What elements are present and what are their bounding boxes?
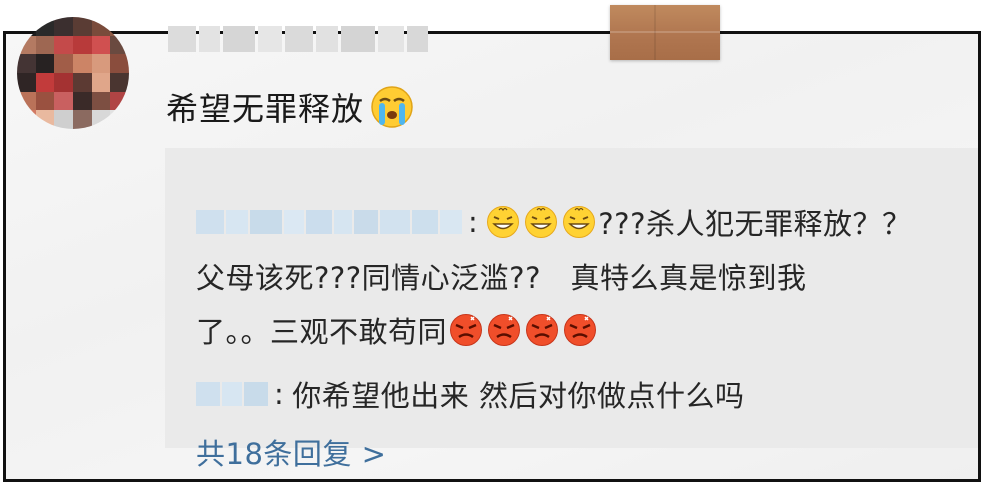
reply-1-continued: 了。。三观不敢苟同 [196,308,599,352]
reply-separator: : [468,205,479,239]
comment-body: 希望无罪释放 [166,82,414,132]
angry-face-icon [450,314,483,346]
reply-2[interactable]: : 你希望他出来 然后对你做点什么吗 [196,372,745,416]
comment-text: 希望无罪释放 [166,90,365,128]
reply-1[interactable]: : ???杀人犯无罪释放？？ [196,200,911,244]
reply-text: 你希望他出来 然后对你做点什么吗 [292,379,745,413]
tape-decoration [610,5,720,60]
reply-username-blurred[interactable] [196,379,268,409]
grinning-sweat-face-icon [563,206,596,238]
grinning-sweat-face-icon [487,206,520,238]
reply-text: ???杀人犯无罪释放？？ [598,207,912,241]
reply-1-continued: 父母该死???同情心泛滥?? 真特么真是惊到我 [196,254,806,298]
reply-text: 父母该死???同情心泛滥?? 真特么真是惊到我 [196,261,807,295]
angry-face-icon [564,314,597,346]
reply-username-blurred[interactable] [196,207,462,237]
angry-face-icon [488,314,521,346]
avatar[interactable] [17,17,129,129]
crying-face-icon [371,86,413,128]
reply-text: 了。。三观不敢苟同 [196,315,448,349]
angry-face-icon [526,314,559,346]
reply-separator: : [274,377,285,411]
grinning-sweat-face-icon [525,206,558,238]
more-replies-link[interactable]: 共18条回复 > [196,432,386,472]
username-blurred[interactable] [168,22,428,56]
